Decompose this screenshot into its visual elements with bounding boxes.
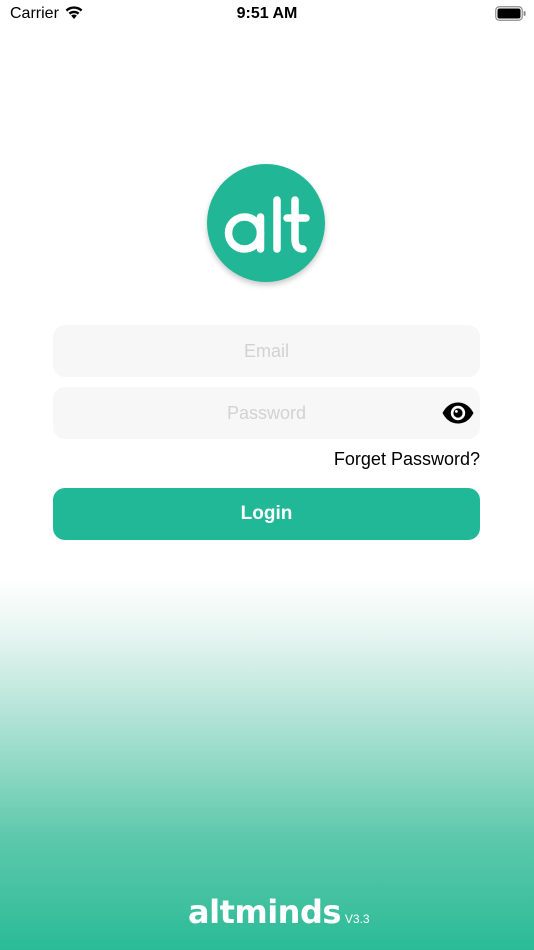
password-input[interactable]: [53, 387, 480, 439]
password-field[interactable]: [53, 387, 480, 439]
status-bar: Carrier 9:51 AM: [0, 0, 534, 30]
version-label: V3.3: [344, 912, 370, 926]
email-field[interactable]: [53, 325, 480, 377]
footer-brand: altminds V3.3: [188, 893, 370, 931]
login-button[interactable]: Login: [53, 488, 480, 540]
background-gradient: [0, 0, 534, 950]
app-logo: [207, 164, 325, 282]
battery-full-icon: [495, 6, 527, 21]
email-input[interactable]: [53, 325, 480, 377]
brand-wordmark: altminds: [188, 893, 341, 931]
eye-icon[interactable]: [441, 401, 475, 425]
forget-password-link[interactable]: Forget Password?: [334, 449, 480, 470]
clock: 9:51 AM: [236, 5, 298, 22]
